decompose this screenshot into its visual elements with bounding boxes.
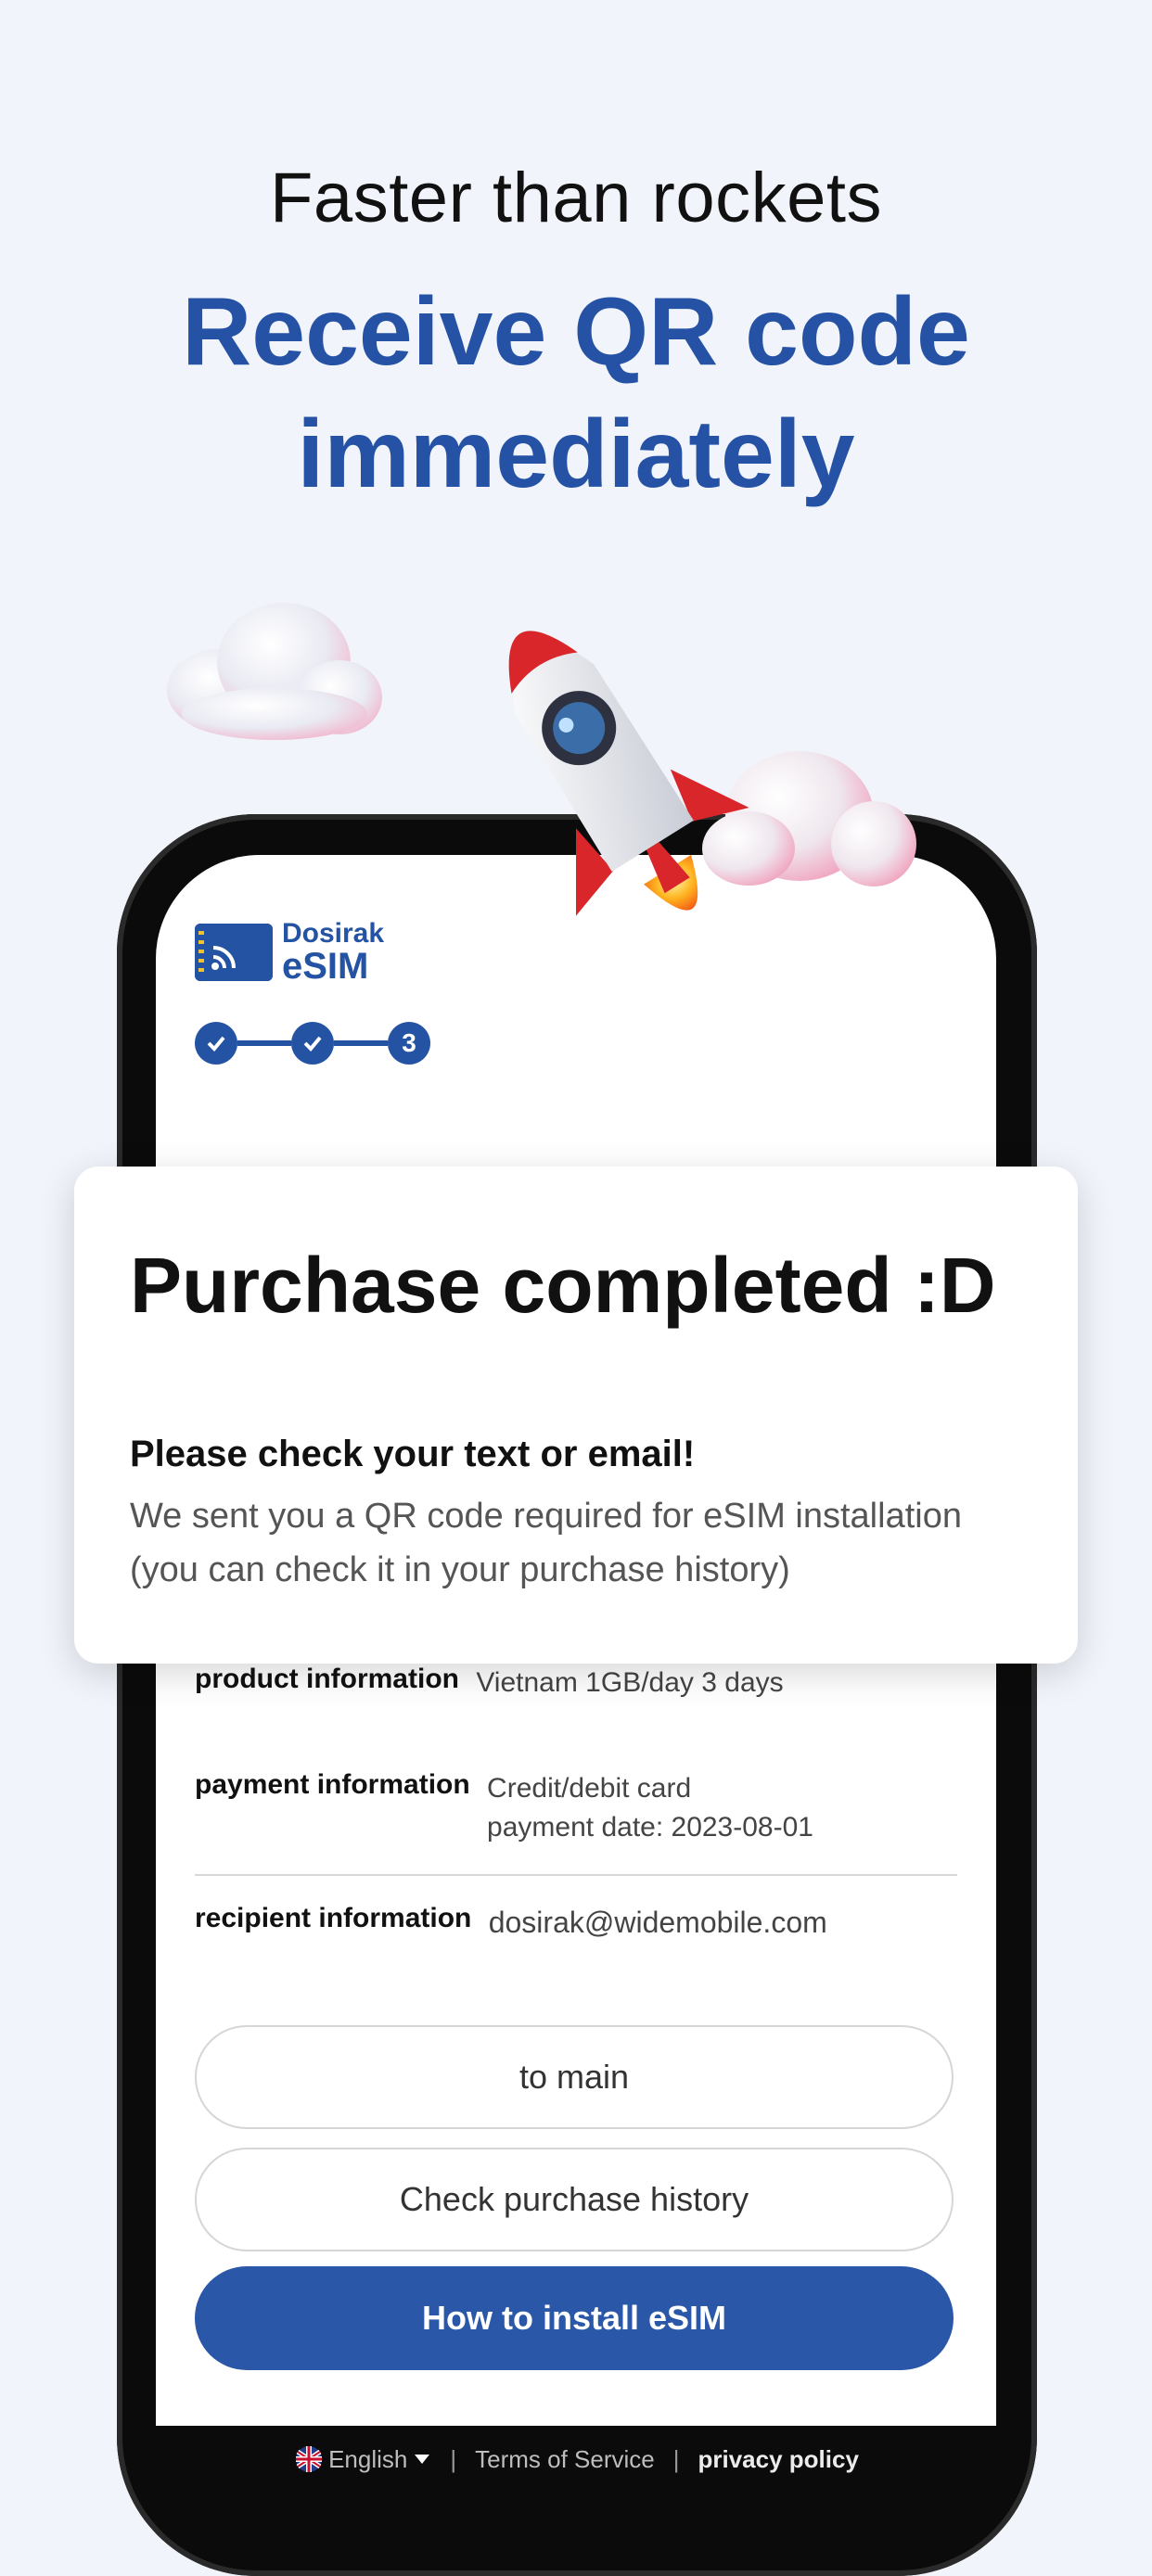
product-information-value: Vietnam 1GB/day 3 days <box>476 1667 784 1698</box>
step-3: 3 <box>388 1022 430 1065</box>
product-information-label: product information <box>195 1664 459 1694</box>
payment-date: payment date: 2023-08-01 <box>487 1812 813 1843</box>
privacy-policy-link[interactable]: privacy policy <box>698 2445 859 2474</box>
logo-icon <box>195 924 273 981</box>
headline-line-1: Receive QR code <box>182 278 970 386</box>
language-selector[interactable]: English <box>295 2445 431 2474</box>
terms-of-service-link[interactable]: Terms of Service <box>475 2445 655 2474</box>
check-purchase-history-button[interactable]: Check purchase history <box>195 2148 954 2251</box>
how-to-install-esim-button[interactable]: How to install eSIM <box>195 2266 954 2370</box>
brand-name-bottom: eSIM <box>282 946 369 987</box>
qr-code-sent-message: We sent you a QR code required for eSIM … <box>130 1489 1057 1597</box>
headline: Receive QR code immediately <box>0 271 1152 516</box>
purchase-completed-card: Purchase completed :D Please check your … <box>74 1167 1078 1664</box>
recipient-information-row: recipient information dosirak@widemobile… <box>195 1903 827 1942</box>
step-2-check-icon <box>291 1022 334 1065</box>
footer-separator: | <box>672 2444 680 2473</box>
progress-steps: 3 <box>195 1022 430 1065</box>
purchase-completed-title: Purchase completed :D <box>130 1242 996 1329</box>
headline-line-2: immediately <box>297 401 855 508</box>
qr-code-sent-line-2: (you can check it in your purchase histo… <box>130 1550 790 1589</box>
footer-separator: | <box>450 2444 457 2473</box>
qr-code-sent-line-1: We sent you a QR code required for eSIM … <box>130 1497 962 1536</box>
step-1-check-icon <box>195 1022 237 1065</box>
footer: English | Terms of Service | privacy pol… <box>117 2426 1037 2493</box>
payment-information-label: payment information <box>195 1769 470 1800</box>
language-label: English <box>328 2444 408 2473</box>
step-connector <box>334 1040 388 1046</box>
divider <box>195 1874 957 1876</box>
uk-flag-icon <box>296 2446 323 2472</box>
tagline: Faster than rockets <box>270 159 882 237</box>
product-information-row: product information Vietnam 1GB/day 3 da… <box>195 1664 784 1702</box>
rocket-icon <box>508 631 749 916</box>
recipient-information-label: recipient information <box>195 1903 472 1933</box>
payment-information-value: Credit/debit card payment date: 2023-08-… <box>487 1769 813 1847</box>
payment-information-row: payment information Credit/debit card pa… <box>195 1769 813 1847</box>
brand-name-top: Dosirak <box>282 918 385 949</box>
to-main-button[interactable]: to main <box>195 2025 954 2129</box>
payment-method: Credit/debit card <box>487 1773 692 1804</box>
cloud-icon <box>167 603 382 740</box>
check-text-email-message: Please check your text or email! <box>130 1434 696 1474</box>
recipient-information-value: dosirak@widemobile.com <box>488 1906 827 1939</box>
brand-name: Dosirak eSIM <box>282 918 385 987</box>
brand-logo[interactable]: Dosirak eSIM <box>195 920 384 985</box>
step-connector <box>237 1040 291 1046</box>
caret-down-icon <box>415 2455 430 2464</box>
